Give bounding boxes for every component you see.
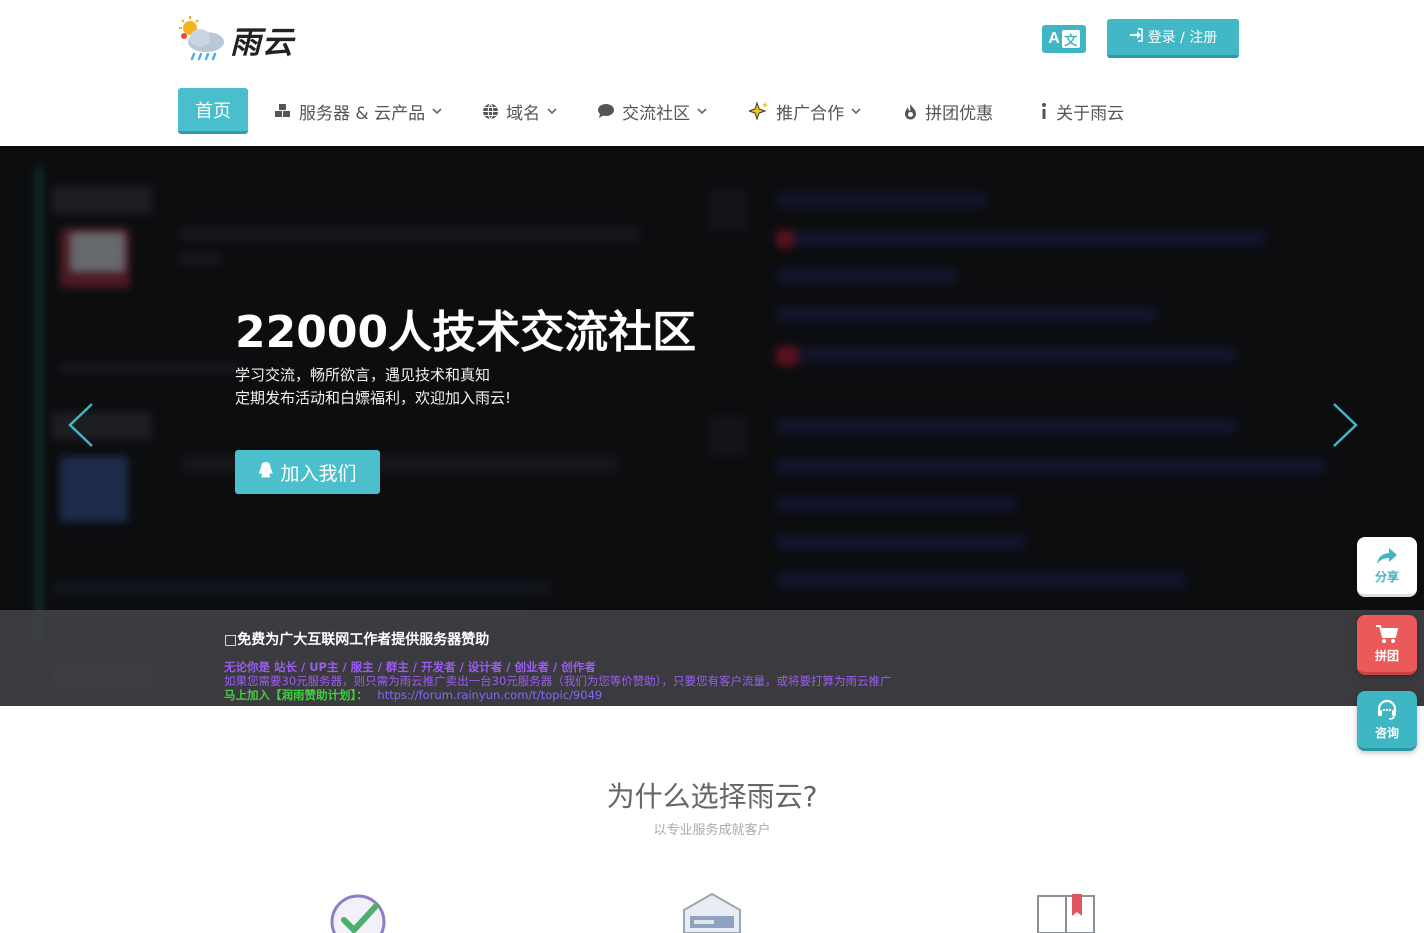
share-label: 分享 [1374, 569, 1399, 584]
main-nav: 首页 服务器 & 云产品 域名 交流社区 推广合作 拼团优惠 关于雨云 [178, 88, 1124, 134]
lang-zh-label: 文 [1061, 30, 1080, 49]
carousel-next-arrow-icon[interactable] [1330, 402, 1360, 448]
sponsor-banner: □免费为广大互联网工作者提供服务器赞助 无论你是 站长 / UP主 / 服主 /… [0, 610, 1424, 706]
login-register-button[interactable]: 登录 / 注册 [1107, 19, 1239, 58]
nav-item-domain[interactable]: 域名 [482, 88, 557, 134]
cart-icon [1375, 624, 1399, 647]
site-header: 雨云 A 文 登录 / 注册 首页 服务器 & 云产品 域名 交流社区 推广合作… [0, 0, 1424, 146]
nav-item-label: 服务器 & 云产品 [299, 103, 426, 124]
chevron-down-icon [697, 107, 707, 115]
hero-line-2: 定期发布活动和白嫖福利，欢迎加入雨云! [235, 389, 512, 407]
lang-a-label: A [1048, 30, 1060, 47]
sparkle-icon [749, 101, 769, 121]
why-section-title: 为什么选择雨云? [606, 780, 818, 813]
server-box-icon [680, 890, 744, 933]
hero-line-1: 学习交流，畅所欲言，遇见技术和真知 [235, 366, 491, 384]
group-buy-label: 拼团 [1374, 648, 1399, 663]
page: 雨云 A 文 登录 / 注册 首页 服务器 & 云产品 域名 交流社区 推广合作… [0, 0, 1424, 933]
carousel-prev-arrow-icon[interactable] [66, 402, 96, 448]
nav-item-group-buy[interactable]: 拼团优惠 [903, 88, 993, 134]
nav-item-promotion[interactable]: 推广合作 [749, 88, 861, 134]
hero-title: 22000人技术交流社区 [235, 307, 697, 358]
chevron-down-icon [432, 107, 442, 115]
join-us-button[interactable]: 加入我们 [235, 450, 380, 494]
banner-link[interactable]: https://forum.rainyun.com/t/topic/9049 [377, 688, 602, 702]
nav-item-about[interactable]: 关于雨云 [1039, 88, 1124, 134]
language-switch-button[interactable]: A 文 [1042, 25, 1086, 53]
consult-label: 咨询 [1374, 725, 1399, 740]
nav-item-label: 关于雨云 [1056, 103, 1125, 124]
logo-cloud-icon [176, 16, 228, 62]
chevron-down-icon [547, 107, 557, 115]
group-buy-float-button[interactable]: 拼团 [1357, 615, 1417, 675]
nav-item-label: 推广合作 [776, 103, 845, 124]
sign-in-icon [1129, 28, 1143, 46]
chevron-down-icon [851, 107, 861, 115]
share-float-button[interactable]: 分享 [1357, 537, 1417, 597]
consult-float-button[interactable]: 咨询 [1357, 691, 1417, 751]
share-icon [1376, 547, 1398, 568]
globe-icon [482, 103, 499, 120]
nav-item-label: 域名 [506, 103, 541, 124]
headset-icon [1376, 699, 1398, 724]
logo[interactable]: 雨云 [176, 16, 306, 62]
nav-item-label: 交流社区 [622, 103, 691, 124]
chat-bubble-icon [597, 103, 615, 119]
qq-icon [258, 461, 274, 484]
nav-item-label: 拼团优惠 [925, 103, 994, 124]
banner-title: □免费为广大互联网工作者提供服务器赞助 [224, 632, 490, 648]
nav-item-home[interactable]: 首页 [178, 88, 248, 134]
login-register-label: 登录 / 注册 [1147, 30, 1218, 46]
nav-item-servers[interactable]: 服务器 & 云产品 [274, 88, 442, 134]
nav-item-label: 首页 [195, 100, 231, 122]
cubes-icon [274, 103, 292, 119]
banner-join-text: 马上加入【润雨赞助计划】： [224, 688, 368, 702]
banner-line-3: 马上加入【润雨赞助计划】： https://forum.rainyun.com/… [224, 687, 602, 703]
logo-text: 雨云 [230, 24, 294, 61]
info-icon [1039, 102, 1049, 120]
why-section-subtitle: 以专业服务成就客户 [653, 823, 771, 838]
checkmark-badge-icon [326, 890, 390, 933]
fire-icon [903, 103, 918, 120]
hero-carousel: 22000人技术交流社区 学习交流，畅所欲言，遇见技术和真知 定期发布活动和白嫖… [0, 146, 1424, 706]
bookmark-book-icon [1034, 890, 1098, 933]
nav-item-community[interactable]: 交流社区 [597, 88, 707, 134]
join-us-label: 加入我们 [280, 462, 357, 485]
